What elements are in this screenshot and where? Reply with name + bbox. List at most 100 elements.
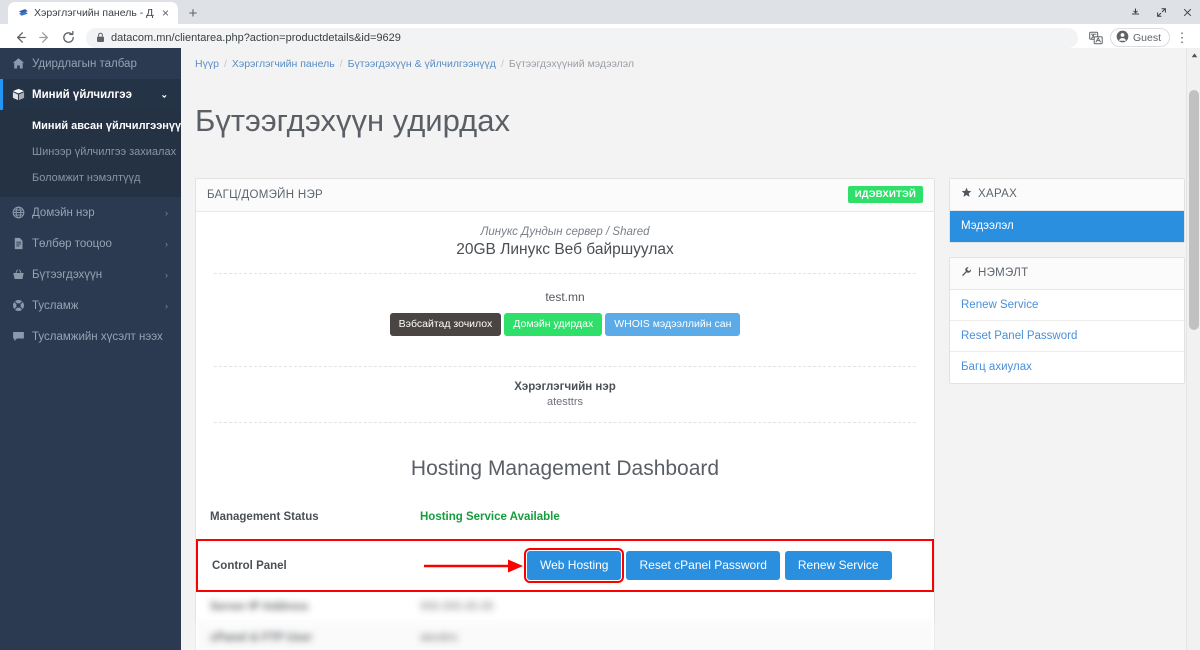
sidebar-item-open-ticket[interactable]: Тусламжийн хүсэлт нээх (0, 321, 181, 352)
username-value: atesttrs (546, 396, 584, 409)
actions-panel-header: НЭМЭЛТ (950, 257, 1184, 290)
sidebar-subitem-order-new[interactable]: Шинээр үйлчилгээ захиалах (0, 139, 181, 165)
star-icon (961, 187, 972, 201)
chevron-right-icon: › (165, 269, 168, 280)
sidebar-submenu: Миний авсан үйлчилгээнүүд Шинээр үйлчилг… (0, 110, 188, 197)
sidebar-item-label: Удирдлагын талбар (32, 57, 137, 70)
reset-cpanel-password-button[interactable]: Reset cPanel Password (626, 550, 780, 581)
row-value: 000.000.00.00 (420, 601, 494, 614)
username-label: Хэрэглэгчийн нэр (514, 381, 616, 394)
breadcrumb-item-client-area[interactable]: Хэрэглэгчийн панель (232, 58, 335, 70)
address-bar[interactable]: datacom.mn/clientarea.php?action=product… (86, 27, 1078, 48)
sidebar-item-support[interactable]: Тусламж › (0, 290, 181, 321)
sidebar-item-dashboard[interactable]: Удирдлагын талбар (0, 48, 181, 79)
new-tab-button[interactable]: + (181, 2, 205, 24)
scrollbar-thumb[interactable] (1189, 90, 1199, 330)
window-controls (1122, 0, 1200, 24)
sidebar-item-my-services[interactable]: Миний үйлчилгээ ⌄ (0, 79, 181, 110)
page-viewport: Удирдлагын талбар Миний үйлчилгээ ⌄ Мини… (0, 48, 1200, 650)
lifebuoy-icon (12, 299, 32, 312)
page-title: Бүтээгдэхүүн удирдах (195, 102, 510, 138)
dashboard-title: Hosting Management Dashboard (410, 456, 720, 480)
product-column: БАГЦ/ДОМЭЙН НЭР ИДЭВХИТЭЙ Линукс Дундын … (195, 177, 935, 650)
domain-name: test.mn (545, 289, 585, 304)
wrench-icon (961, 266, 972, 280)
globe-icon (12, 206, 32, 219)
renew-service-button[interactable]: Renew Service (784, 550, 892, 581)
annotation-arrow-icon (422, 556, 527, 576)
sidebar-subitem-my-products[interactable]: Миний авсан үйлчилгээнүүд (0, 113, 188, 139)
close-window-icon[interactable] (1174, 0, 1200, 24)
web-hosting-button[interactable]: Web Hosting (523, 547, 625, 584)
scroll-up-icon[interactable] (1187, 48, 1200, 62)
document-icon (12, 237, 32, 250)
home-icon (12, 57, 32, 70)
side-item-information[interactable]: Мэдээлэл (950, 210, 1184, 242)
url-text: datacom.mn/clientarea.php?action=product… (111, 31, 401, 44)
browser-tab[interactable]: Хэрэглэгчийн панель - ДАТАК × (8, 2, 178, 24)
product-panel-title: БАГЦ/ДОМЭЙН НЭР (207, 188, 323, 201)
maximize-icon[interactable] (1148, 0, 1174, 24)
row-label: Server IP Address (210, 601, 309, 614)
sidebar-item-label: Төлбөр тооцоо (32, 237, 112, 250)
chevron-right-icon: › (165, 207, 168, 218)
sidebar-item-domains[interactable]: Домэйн нэр › (0, 197, 181, 228)
back-icon[interactable] (8, 26, 32, 50)
breadcrumb-item-current: Бүтээгдэхүүний мэдээлэл (508, 58, 635, 70)
manage-domain-button[interactable]: Домэйн удирдах (504, 312, 603, 337)
sidebar-subitem-available-addons[interactable]: Боломжит нэмэлтүүд (0, 165, 181, 191)
tab-strip: Хэрэглэгчийн панель - ДАТАК × + (0, 0, 1200, 24)
basket-icon (12, 268, 32, 281)
breadcrumb-item-home[interactable]: Нүүр (195, 58, 219, 70)
username-section: Хэрэглэгчийн нэр atesttrs (196, 367, 934, 422)
close-icon[interactable]: × (159, 7, 172, 20)
breadcrumb-item-products-services[interactable]: Бүтээгдэхүүн & үйлчилгээнүүд (348, 58, 496, 70)
row-value: atesttrs (420, 632, 458, 645)
breadcrumb-separator: / (500, 58, 504, 70)
sidebar-item-billing[interactable]: Төлбөр тооцоо › (0, 228, 181, 259)
forward-icon[interactable] (32, 26, 56, 50)
side-item-upgrade-package[interactable]: Багц ахиулах (950, 352, 1184, 383)
left-sidebar: Удирдлагын талбар Миний үйлчилгээ ⌄ Мини… (0, 48, 188, 650)
control-panel-row: Control Panel Web Hosting Reset cPanel P… (196, 538, 934, 593)
divider (214, 422, 916, 424)
whois-lookup-button[interactable]: WHOIS мэдээллийн сан (605, 312, 741, 337)
side-item-renew-service[interactable]: Renew Service (950, 290, 1184, 321)
reload-icon[interactable] (56, 26, 80, 50)
control-panel-buttons: Web Hosting Reset cPanel Password Renew … (523, 547, 892, 584)
product-summary: Линукс Дундын сервер / Shared 20GB Линук… (196, 212, 934, 259)
product-package-name: 20GB Линукс Веб байршуулах (456, 240, 674, 258)
page-scrollbar[interactable] (1186, 48, 1200, 650)
sidebar-item-products[interactable]: Бүтээгдэхүүн › (0, 259, 181, 290)
side-item-reset-panel-password[interactable]: Reset Panel Password (950, 321, 1184, 352)
translate-icon[interactable] (1084, 26, 1108, 50)
control-panel-highlight: Control Panel Web Hosting Reset cPanel P… (196, 538, 934, 593)
sidebar-item-label: Домэйн нэр (32, 206, 95, 219)
box-icon (12, 88, 32, 101)
breadcrumb-separator: / (223, 58, 227, 70)
datacom-favicon (18, 8, 29, 19)
management-status-row: Management Status Hosting Service Availa… (196, 502, 934, 533)
row-label: cPanel & FTP User (210, 632, 313, 645)
browser-menu-icon[interactable]: ⋮ (1172, 27, 1192, 49)
control-panel-label: Control Panel (212, 559, 287, 572)
account-circle-icon (1116, 30, 1129, 46)
chevron-right-icon: › (165, 238, 168, 249)
profile-chip[interactable]: Guest (1109, 28, 1170, 47)
minimize-icon[interactable] (1122, 0, 1148, 24)
visit-website-button[interactable]: Вэбсайтад зочилох (389, 312, 502, 337)
domain-button-row: Вэбсайтад зочилох Домэйн удирдах WHOIS м… (196, 312, 934, 337)
chat-icon (12, 330, 32, 343)
sidebar-item-label: Тусламжийн хүсэлт нээх (32, 330, 163, 343)
lock-icon (96, 32, 105, 43)
actions-panel-title: НЭМЭЛТ (978, 267, 1029, 280)
sidebar-item-label: Бүтээгдэхүүн (32, 268, 103, 281)
product-panel: БАГЦ/ДОМЭЙН НЭР ИДЭВХИТЭЙ Линукс Дундын … (195, 177, 935, 650)
status-badge: ИДЭВХИТЭЙ (847, 186, 923, 204)
chevron-down-icon: ⌄ (160, 89, 168, 99)
management-status-label: Management Status (210, 511, 319, 524)
actions-panel: НЭМЭЛТ Renew Service Reset Panel Passwor… (949, 256, 1185, 384)
domain-section: test.mn Вэбсайтад зочилох Домэйн удирдах… (196, 274, 934, 353)
browser-window: Хэрэглэгчийн панель - ДАТАК × + (0, 0, 1200, 650)
panel-gap (949, 243, 1185, 257)
